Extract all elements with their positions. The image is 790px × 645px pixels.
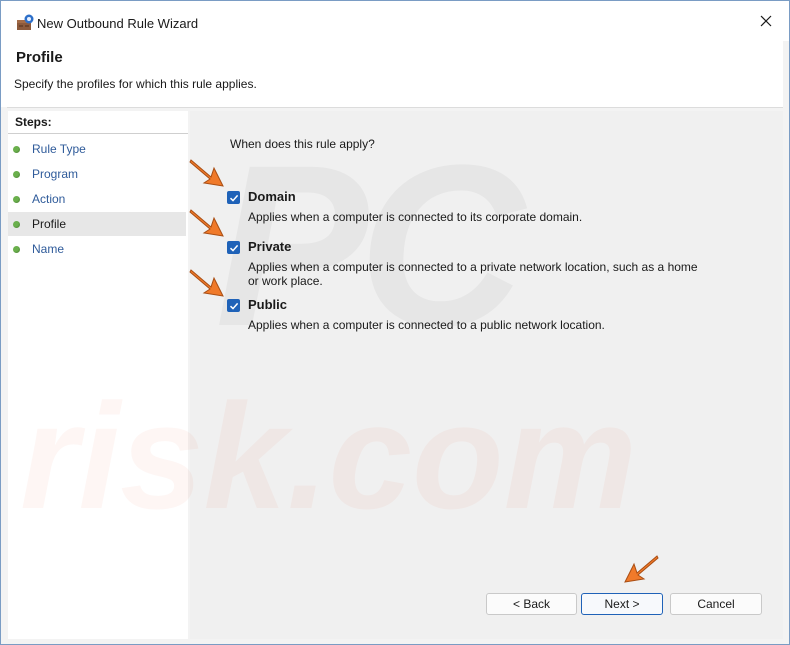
step-status-dot-icon: [13, 170, 20, 178]
annotation-arrow-next-icon: [624, 555, 659, 583]
annotation-arrow-domain-icon: [189, 159, 224, 187]
public-description: Applies when a computer is connected to …: [248, 318, 605, 332]
domain-label[interactable]: Domain: [248, 189, 296, 204]
close-icon: [760, 15, 772, 27]
page-title: Profile: [16, 49, 63, 66]
step-status-dot-icon: [13, 145, 20, 153]
checkmark-icon: [229, 244, 238, 252]
firewall-icon: [16, 14, 34, 32]
annotation-arrow-private-icon: [189, 209, 224, 237]
checkmark-icon: [229, 194, 238, 202]
title-bar[interactable]: New Outbound Rule Wizard: [1, 1, 789, 41]
step-rule-type[interactable]: Rule Type: [8, 137, 186, 161]
domain-description: Applies when a computer is connected to …: [248, 210, 583, 224]
watermark-risk: risk.com: [20, 372, 637, 540]
content-panel: PC risk.com When does this rule apply? D…: [20, 111, 783, 639]
back-button[interactable]: < Back: [486, 593, 577, 615]
next-button[interactable]: Next >: [581, 593, 663, 615]
step-action[interactable]: Action: [8, 187, 186, 211]
step-label: Name: [32, 242, 65, 256]
wizard-window: New Outbound Rule Wizard Profile Specify…: [0, 0, 790, 645]
wizard-header: Profile Specify the profiles for which t…: [1, 41, 783, 107]
question-label: When does this rule apply?: [230, 137, 375, 151]
private-checkbox[interactable]: [227, 241, 240, 254]
step-name[interactable]: Name: [8, 237, 186, 261]
public-label[interactable]: Public: [248, 297, 287, 312]
step-label: Profile: [32, 217, 67, 231]
steps-heading: Steps:: [15, 115, 52, 129]
annotation-arrow-public-icon: [189, 269, 224, 297]
step-program[interactable]: Program: [8, 162, 186, 186]
public-checkbox[interactable]: [227, 299, 240, 312]
header-divider: [7, 107, 783, 108]
private-description: Applies when a computer is connected to …: [248, 260, 698, 288]
step-label: Program: [32, 167, 79, 181]
page-subtitle: Specify the profiles for which this rule…: [14, 77, 257, 91]
steps-divider: [8, 133, 188, 134]
domain-checkbox[interactable]: [227, 191, 240, 204]
close-button[interactable]: [743, 1, 789, 41]
cancel-button[interactable]: Cancel: [670, 593, 762, 615]
window-title: New Outbound Rule Wizard: [37, 16, 199, 31]
step-status-dot-icon: [13, 245, 20, 253]
step-status-dot-icon: [13, 195, 20, 203]
step-label: Action: [32, 192, 66, 206]
step-profile[interactable]: Profile: [8, 212, 186, 236]
step-status-dot-icon: [13, 220, 20, 228]
private-label[interactable]: Private: [248, 239, 291, 254]
checkmark-icon: [229, 302, 238, 310]
step-label: Rule Type: [32, 142, 86, 156]
